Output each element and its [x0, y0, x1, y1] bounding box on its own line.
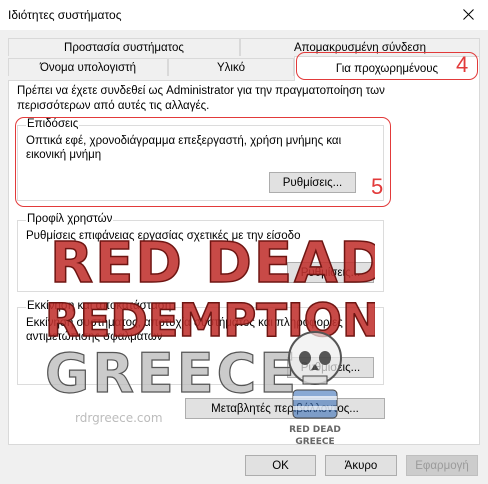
user-profiles-settings-button[interactable]: Ρυθμίσεις...: [287, 262, 374, 283]
window-title: Ιδιότητες συστήματος: [8, 8, 122, 22]
admin-notice: Πρέπει να έχετε συνδεθεί ως Administrato…: [17, 85, 385, 112]
performance-highlight-annotation: [15, 117, 391, 207]
annotation-number-4: 4: [456, 52, 469, 77]
environment-variables-button[interactable]: Μεταβλητές περιβάλλοντος...: [185, 398, 385, 419]
annotation-number-5: 5: [371, 174, 384, 199]
title-bar: Ιδιότητες συστήματος: [0, 0, 488, 30]
startup-recovery-group: Εκκίνηση και αποκατάσταση Εκκίνηση συστή…: [17, 300, 384, 385]
close-button[interactable]: [448, 0, 488, 28]
user-profiles-group: Προφίλ χρηστών Ρυθμίσεις επιφάνειας εργα…: [17, 213, 384, 292]
tab-hardware[interactable]: Υλικό: [168, 58, 294, 76]
cancel-button[interactable]: Άκυρο: [325, 455, 397, 476]
apply-button[interactable]: Εφαρμογή: [406, 455, 478, 476]
close-icon: [462, 8, 474, 20]
ok-button[interactable]: OK: [245, 455, 316, 476]
user-profiles-title: Προφίλ χρηστών: [26, 213, 114, 225]
tab-system-protection[interactable]: Προστασία συστήματος: [8, 38, 240, 56]
user-profiles-description: Ρυθμίσεις επιφάνειας εργασίας σχετικές μ…: [26, 230, 301, 242]
startup-recovery-title: Εκκίνηση και αποκατάσταση: [26, 300, 173, 312]
tab-highlight-annotation: [296, 52, 478, 80]
startup-recovery-description: Εκκίνηση συστήματος, αποτυχία συστήματος…: [26, 317, 343, 343]
startup-recovery-settings-button[interactable]: Ρυθμίσεις...: [287, 357, 374, 378]
tab-computer-name[interactable]: Όνομα υπολογιστή: [8, 58, 168, 76]
